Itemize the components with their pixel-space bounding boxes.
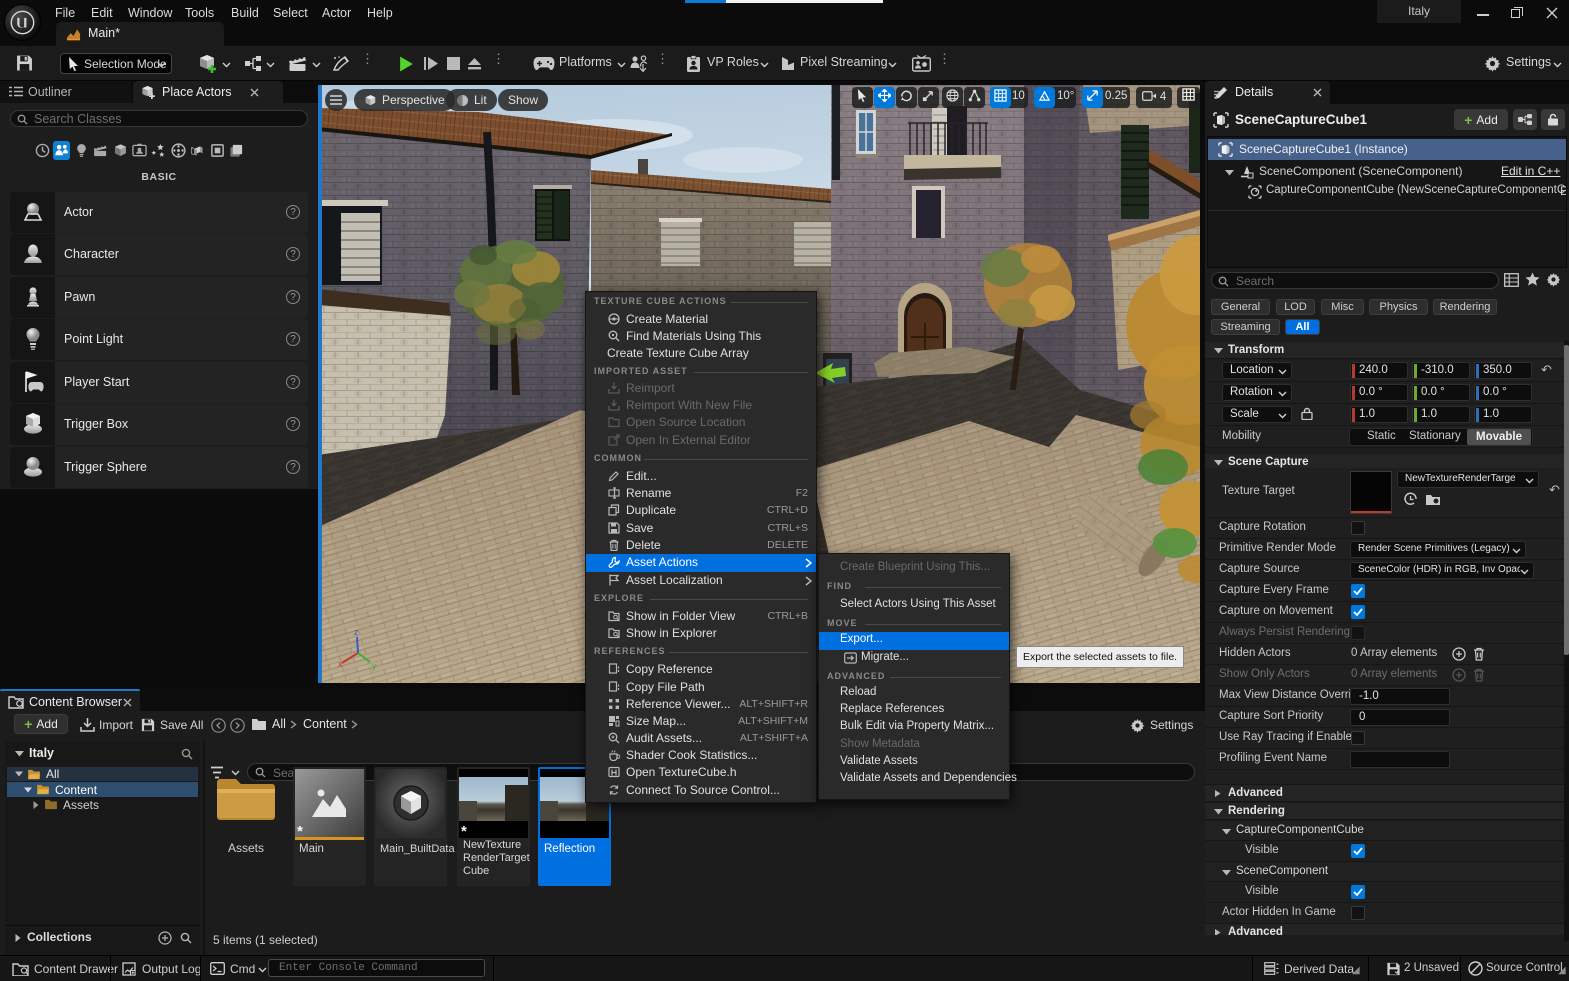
svg-text:z: z xyxy=(354,627,359,637)
svg-text:x: x xyxy=(338,659,343,669)
svg-text:y: y xyxy=(372,661,377,671)
